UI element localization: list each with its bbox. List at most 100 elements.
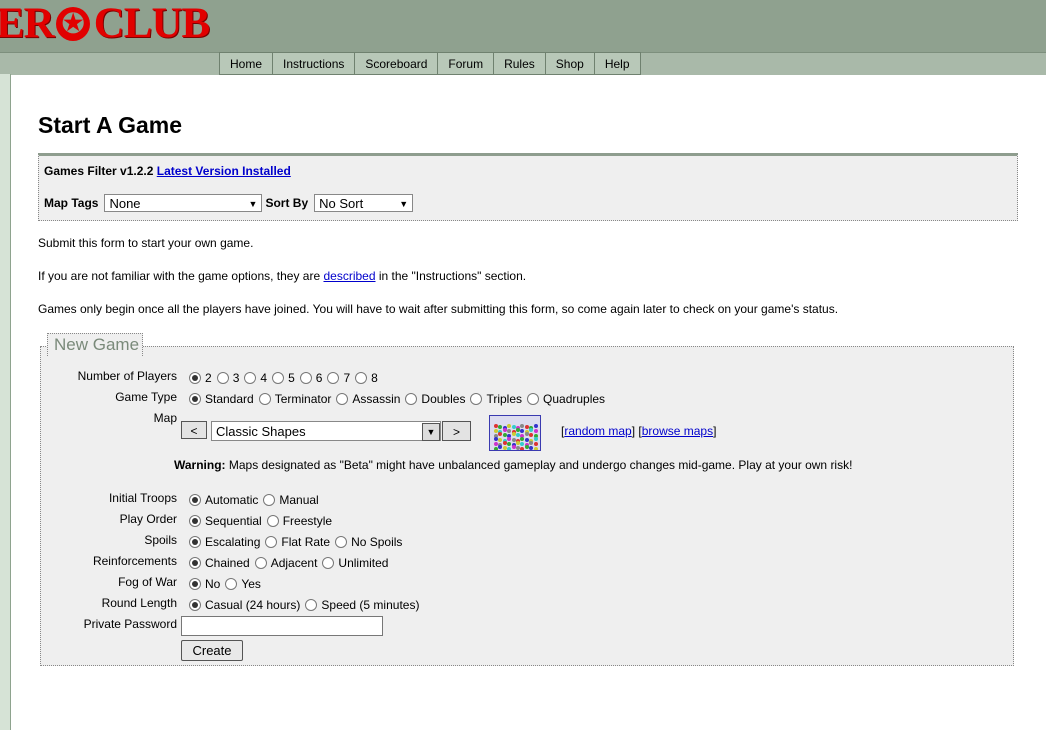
create-button[interactable]: Create — [181, 640, 243, 661]
map-tags-select[interactable]: None ▼ — [104, 194, 263, 212]
play-order-freestyle[interactable]: Freestyle — [263, 514, 332, 528]
map-select[interactable]: Classic Shapes ▼ — [211, 421, 441, 441]
initial-troops-automatic[interactable]: Automatic — [185, 493, 258, 507]
map-tags-value: None — [109, 196, 141, 211]
spoils-none[interactable]: No Spoils — [331, 535, 402, 549]
reinforcements-unlimited[interactable]: Unlimited — [318, 556, 388, 570]
players-option-7[interactable]: 7 — [323, 371, 350, 385]
spoils-label: Spoils — [144, 533, 177, 547]
map-tags-label: Map Tags — [44, 196, 99, 210]
game-type-doubles[interactable]: Doubles — [401, 392, 465, 406]
game-type-label: Game Type — [115, 390, 177, 404]
play-order-sequential[interactable]: Sequential — [185, 514, 262, 528]
map-thumbnail-dot — [529, 440, 534, 445]
map-thumbnail-dot — [494, 436, 498, 441]
option-label: Speed (5 minutes) — [321, 598, 420, 612]
filter-row: Map Tags None ▼ Sort By No Sort ▼ — [44, 194, 414, 212]
players-option-3[interactable]: 3 — [213, 371, 240, 385]
players-option-2[interactable]: 2 — [185, 371, 212, 385]
players-option-5[interactable]: 5 — [268, 371, 295, 385]
game-type-terminator[interactable]: Terminator — [255, 392, 331, 406]
option-label: Quadruples — [543, 392, 606, 406]
map-prev-button[interactable]: < — [181, 421, 207, 439]
option-label: 3 — [232, 371, 240, 385]
spoils-flat-rate[interactable]: Flat Rate — [261, 535, 330, 549]
map-thumbnail-dot — [502, 433, 507, 438]
map-thumbnail-dot — [524, 425, 529, 429]
sort-by-select[interactable]: No Sort ▼ — [314, 194, 414, 212]
private-password-input[interactable] — [181, 616, 383, 636]
map-thumbnail-dot — [507, 441, 512, 446]
map-thumbnail-dot — [511, 445, 516, 449]
map-thumbnail-dot — [507, 447, 512, 450]
map-next-button[interactable]: > — [442, 421, 471, 441]
reinforcements-adjacent[interactable]: Adjacent — [251, 556, 317, 570]
play-order-options: Sequential Freestyle — [185, 514, 333, 528]
map-thumbnail[interactable] — [489, 415, 541, 451]
map-thumbnail-dot — [502, 446, 507, 450]
radio-icon — [189, 578, 201, 590]
site-logo[interactable]: ER ✪ CLUB — [0, 2, 210, 46]
main-nav: Home Instructions Scoreboard Forum Rules… — [219, 52, 641, 75]
fog-label: Fog of War — [118, 575, 177, 589]
fog-yes[interactable]: Yes — [221, 577, 261, 591]
fog-no[interactable]: No — [185, 577, 220, 591]
map-thumbnail-dot — [511, 437, 516, 442]
round-casual[interactable]: Casual (24 hours) — [185, 598, 300, 612]
info-options: If you are not familiar with the game op… — [38, 269, 526, 283]
map-thumbnail-dot — [494, 429, 498, 434]
game-type-options: Standard Terminator Assassin Doubles Tri… — [185, 392, 606, 406]
nav-rules[interactable]: Rules — [494, 52, 546, 75]
initial-troops-label: Initial Troops — [108, 491, 177, 505]
game-type-assassin[interactable]: Assassin — [332, 392, 400, 406]
described-link[interactable]: described — [323, 269, 375, 283]
option-label: Yes — [241, 577, 261, 591]
map-thumbnail-dot — [502, 440, 507, 445]
round-speed[interactable]: Speed (5 minutes) — [301, 598, 419, 612]
filter-version-text: Games Filter v1.2.2 — [44, 164, 154, 178]
random-map-link[interactable]: random map — [564, 424, 631, 438]
spoils-escalating[interactable]: Escalating — [185, 535, 260, 549]
map-thumbnail-dot — [516, 428, 520, 433]
chevron-down-icon: ▼ — [422, 423, 440, 441]
radio-icon — [266, 515, 279, 527]
radio-icon — [189, 536, 201, 548]
game-type-triples[interactable]: Triples — [466, 392, 522, 406]
spoils-options: Escalating Flat Rate No Spoils — [185, 535, 403, 549]
reinforcements-chained[interactable]: Chained — [185, 556, 250, 570]
players-option-8[interactable]: 8 — [351, 371, 378, 385]
browse-maps-link[interactable]: browse maps — [642, 424, 713, 438]
radio-icon — [336, 393, 349, 405]
map-thumbnail-dot — [524, 445, 529, 449]
warning-label: Warning: — [174, 458, 226, 472]
map-label: Map — [153, 411, 177, 425]
map-thumbnail-dot — [516, 446, 520, 450]
initial-troops-manual[interactable]: Manual — [259, 493, 319, 507]
players-option-6[interactable]: 6 — [296, 371, 323, 385]
radio-icon — [527, 393, 540, 405]
radio-icon — [299, 372, 312, 384]
game-type-quadruples[interactable]: Quadruples — [523, 392, 605, 406]
radio-icon — [265, 536, 278, 548]
game-type-standard[interactable]: Standard — [185, 392, 254, 406]
nav-home[interactable]: Home — [220, 52, 274, 75]
map-thumbnail-dot — [520, 441, 525, 446]
option-label: Manual — [279, 493, 319, 507]
option-label: Standard — [205, 392, 254, 406]
option-label: Chained — [205, 556, 250, 570]
radio-icon — [189, 557, 201, 569]
radio-icon — [189, 599, 201, 611]
nav-instructions[interactable]: Instructions — [273, 52, 356, 75]
option-label: 6 — [315, 371, 323, 385]
nav-scoreboard[interactable]: Scoreboard — [355, 52, 439, 75]
option-label: Automatic — [205, 493, 259, 507]
radio-icon — [272, 372, 285, 384]
nav-shop[interactable]: Shop — [545, 52, 595, 75]
latest-version-link[interactable]: Latest Version Installed — [157, 164, 291, 178]
radio-icon — [470, 393, 483, 405]
map-thumbnail-dot — [520, 447, 525, 450]
map-thumbnail-dot — [498, 432, 503, 437]
players-option-4[interactable]: 4 — [240, 371, 267, 385]
nav-forum[interactable]: Forum — [438, 52, 495, 75]
nav-help[interactable]: Help — [594, 52, 641, 75]
